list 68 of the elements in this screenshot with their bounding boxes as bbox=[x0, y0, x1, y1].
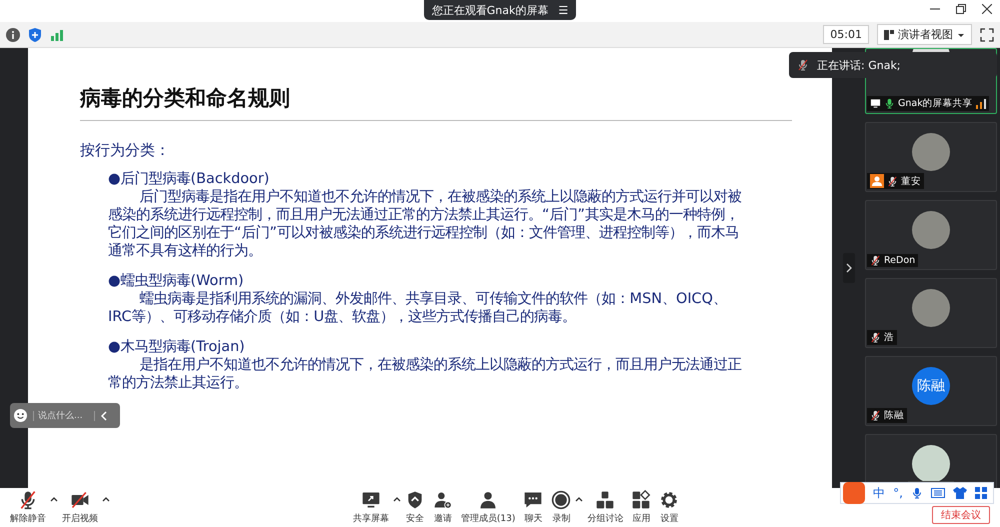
slide-title: 病毒的分类和命名规则 bbox=[80, 84, 792, 121]
share-screen-icon bbox=[360, 490, 381, 510]
ime-punctuation[interactable]: °, bbox=[893, 486, 903, 500]
caret-icon[interactable] bbox=[575, 496, 584, 502]
meeting-timer: 05:01 bbox=[823, 25, 869, 44]
record-button[interactable]: 录制 bbox=[547, 490, 576, 525]
apps-button[interactable]: 应用 bbox=[627, 490, 656, 525]
muted-microphone-icon bbox=[797, 59, 809, 71]
caret-icon[interactable] bbox=[392, 496, 401, 502]
mic-button[interactable]: 解除静音 bbox=[6, 490, 50, 525]
shield-button[interactable]: 安全 bbox=[400, 490, 429, 525]
restore-icon[interactable] bbox=[956, 4, 966, 14]
members-button[interactable]: 管理成员(13) bbox=[456, 490, 520, 525]
add-person-icon bbox=[432, 490, 453, 510]
participant-name: ReDon bbox=[884, 255, 916, 266]
microphone-icon[interactable] bbox=[911, 486, 923, 500]
shield-icon[interactable] bbox=[28, 28, 42, 42]
settings-button[interactable]: 设置 bbox=[655, 490, 684, 525]
section-heading: ●蠕虫型病毒(Worm) bbox=[108, 272, 245, 290]
avatar-placeholder bbox=[912, 133, 950, 171]
avatar-placeholder bbox=[912, 211, 950, 249]
people-icon bbox=[478, 490, 498, 510]
smiley-icon[interactable] bbox=[14, 409, 27, 422]
info-icon[interactable] bbox=[6, 28, 20, 42]
blocks-icon bbox=[595, 490, 616, 510]
participant-name: Gnak的屏幕共享 bbox=[898, 97, 973, 110]
speaking-text: 正在讲话: Gnak; bbox=[817, 58, 901, 72]
section-text: 是指在用户不知道也不允许的情况下，在被感染的系统上以隐蔽的方式运行，而且用户无法通过正常的方法禁止其运行。 bbox=[108, 356, 743, 392]
record-icon bbox=[551, 490, 572, 510]
section-text: 后门型病毒是指在用户不知道也不允许的情况下，在被感染的系统上以隐蔽的方式运行并可以对被感染的系统进行远程控制，而且用户无法通过正常的方法禁止其运行。“后门”其实是木马的一种特例，它们之间的区别在于“后门”可以对被感染的系统进行远程控制（如：文件管理、进程控制等），而木马通常不具有这样的行为。 bbox=[108, 188, 743, 260]
fullscreen-icon[interactable] bbox=[980, 28, 994, 42]
collapse-panel-handle[interactable] bbox=[842, 253, 854, 283]
ime-mode[interactable]: 中 bbox=[873, 484, 886, 502]
avatar-placeholder bbox=[912, 289, 950, 327]
close-icon[interactable] bbox=[982, 4, 992, 14]
signal-icon bbox=[50, 28, 64, 42]
invite-button[interactable]: 邀请 bbox=[428, 490, 457, 525]
section-heading: ●木马型病毒(Trojan) bbox=[108, 338, 246, 356]
apps-icon bbox=[631, 490, 652, 510]
screen-share-icon bbox=[870, 98, 881, 109]
layout-icon bbox=[884, 30, 894, 40]
view-button[interactable]: 演讲者视图 bbox=[877, 24, 972, 45]
signal-icon bbox=[976, 98, 986, 108]
settings-icon bbox=[659, 490, 680, 510]
participant-name: 陈融 bbox=[884, 409, 904, 422]
caret-icon[interactable] bbox=[50, 496, 58, 502]
chat-bubble-icon bbox=[523, 490, 544, 510]
logo-icon[interactable] bbox=[843, 482, 866, 504]
slide-intro: 按行为分类： bbox=[80, 141, 171, 160]
shirt-icon[interactable] bbox=[953, 487, 967, 499]
banner-title: 您正在观看Gnak的屏幕 bbox=[432, 2, 548, 18]
avatar-initials: 陈融 bbox=[912, 367, 950, 405]
keyboard-icon[interactable] bbox=[931, 487, 945, 499]
end-meeting-button[interactable]: 结束会议 bbox=[932, 506, 990, 524]
video-button[interactable]: 开启视频 bbox=[58, 490, 102, 525]
section-text: 蠕虫病毒是指利用系统的漏洞、外发邮件、共享目录、可传输文件的软件（如：MSN、OICQ、IRC等）、可移动存储介质（如：U盘、软盘），这些方式传播自己的病毒。 bbox=[108, 290, 728, 326]
chevron-left-icon[interactable] bbox=[101, 410, 107, 420]
grid-icon[interactable] bbox=[975, 487, 987, 499]
share-button[interactable]: 共享屏幕 bbox=[348, 490, 393, 525]
avatar-placeholder bbox=[912, 445, 950, 483]
chat-button[interactable]: 聊天 bbox=[519, 490, 548, 525]
caret-icon[interactable] bbox=[102, 496, 110, 502]
participant-name: 浩 bbox=[884, 331, 894, 344]
section-heading: ●后门型病毒(Backdoor) bbox=[108, 170, 270, 188]
participant-name: 董安 bbox=[901, 174, 921, 188]
chevron-right-icon bbox=[846, 263, 852, 273]
breakout-button[interactable]: 分组讨论 bbox=[583, 490, 628, 525]
menu-icon[interactable]: ☰ bbox=[558, 4, 568, 16]
